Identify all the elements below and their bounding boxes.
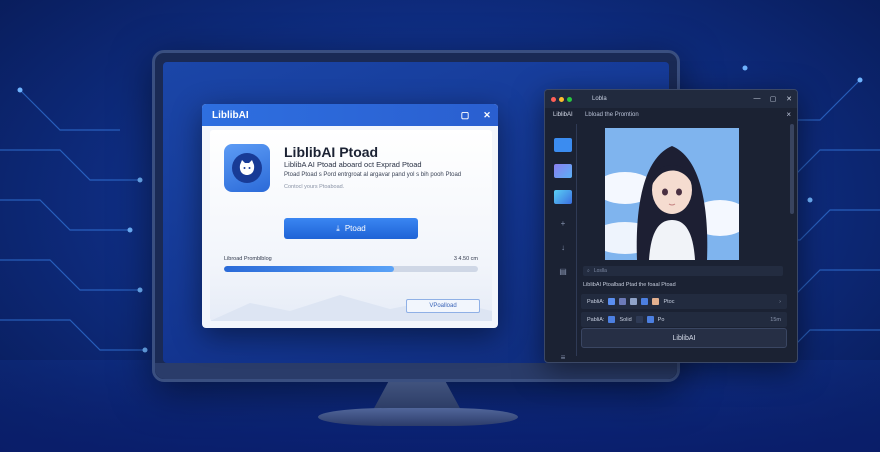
maximize-icon[interactable]: ▢ [765, 95, 781, 103]
swatch-gray[interactable] [630, 298, 638, 305]
option-row-2-end: 15m [770, 316, 781, 323]
scrollbar[interactable] [790, 124, 794, 214]
download-icon[interactable]: ↓ [554, 240, 572, 254]
app-name: LiblibAI Ptoad [284, 144, 379, 160]
search-input[interactable]: ⌕ Loslla [583, 266, 783, 276]
app-sidebar: + ↓ ▤ ≡ [551, 124, 577, 362]
swatch-dark[interactable] [635, 316, 643, 323]
app-window-brand: LiblibAI [553, 112, 573, 118]
generated-image[interactable] [605, 128, 739, 260]
zoom-dot[interactable] [567, 96, 572, 102]
installer-window-controls: ▢ ✕ [454, 110, 498, 121]
swatch-peach[interactable] [652, 298, 660, 305]
progress-fill [224, 266, 395, 272]
menu-icon[interactable]: ≡ [554, 350, 572, 362]
swatch-royal[interactable] [646, 316, 654, 323]
panel-close-icon[interactable]: × [786, 110, 791, 119]
footer-action-button[interactable]: LiblibAI [581, 328, 787, 348]
secondary-install-button[interactable]: VPoalload [406, 299, 480, 313]
option-row-1-text: Ptoc [663, 298, 675, 305]
app-window-heading: Lbload the Promtion [585, 112, 639, 118]
progress-size: 3 4.50 cm [453, 256, 478, 262]
installer-titlebar: LiblibAI ▢ ✕ [202, 104, 498, 126]
progress-label: Libroad Promblblog [224, 256, 272, 262]
install-button-label: Ptoad [344, 224, 366, 233]
install-button[interactable]: ⤓ Ptoad [284, 218, 418, 239]
app-subtitle: LiblibA AI Ptoad aboard oct Exprad Ptoad [284, 160, 422, 169]
app-window: Lobla — ▢ ✕ LiblibAI Lbload the Promtion… [544, 89, 798, 363]
download-icon: ⤓ [336, 223, 340, 233]
option-row-1-label: PabliA: [587, 298, 605, 305]
sidebar-item-gallery[interactable] [554, 164, 572, 178]
search-icon: ⌕ [587, 268, 590, 274]
app-window-title: Lobla [592, 96, 607, 102]
installer-body: LiblibAI Ptoad LiblibA AI Ptoad aboard o… [210, 130, 492, 321]
minimize-dot[interactable] [559, 96, 564, 102]
option-row-2[interactable]: PabliA: Solid Po 15m [581, 312, 787, 327]
swatch-royal[interactable] [641, 298, 649, 305]
progress-bar [224, 266, 478, 272]
installer-window-title: LiblibAI [212, 109, 249, 121]
cat-logo-icon [232, 153, 262, 183]
monitor-bezel [155, 363, 677, 379]
search-placeholder: Loslla [593, 268, 607, 274]
monitor-stand-base [318, 408, 518, 426]
image-caption: LiblibAI Ptoalbad Ptad the foaal Ptoad [583, 282, 676, 288]
option-row-2-item: Solid [619, 316, 632, 323]
option-row-1[interactable]: PabliA: Ptoc › [581, 294, 787, 309]
option-row-2-item2: Po [657, 316, 665, 323]
sidebar-item-home[interactable] [554, 138, 572, 152]
chevron-right-icon[interactable]: › [779, 299, 781, 305]
maximize-icon[interactable]: ▢ [454, 110, 476, 121]
close-icon[interactable]: ✕ [476, 110, 498, 121]
app-logo [224, 144, 270, 192]
app-description: Ptoad Ptoad s Pord entrgroat al argavar … [284, 172, 462, 178]
close-dot[interactable] [551, 96, 556, 102]
swatch-blue[interactable] [608, 298, 616, 305]
document-icon[interactable]: ▤ [554, 264, 572, 278]
app-window-controls: — ▢ ✕ [749, 95, 797, 103]
minimize-icon[interactable]: — [749, 95, 765, 103]
swatch-blue[interactable] [608, 316, 616, 323]
close-icon[interactable]: ✕ [781, 95, 797, 103]
app-window-titlebar: Lobla — ▢ ✕ [545, 90, 797, 108]
traffic-lights [551, 96, 572, 102]
app-note: Contocl yours Ptoaboad. [284, 184, 345, 190]
swatch-slate[interactable] [619, 298, 627, 305]
installer-dialog: LiblibAI ▢ ✕ LiblibAI Ptoad LiblibA AI P… [202, 104, 498, 328]
sidebar-item-images[interactable] [554, 190, 572, 204]
add-icon[interactable]: + [554, 216, 572, 230]
option-row-2-label: PabliA: [587, 316, 605, 323]
